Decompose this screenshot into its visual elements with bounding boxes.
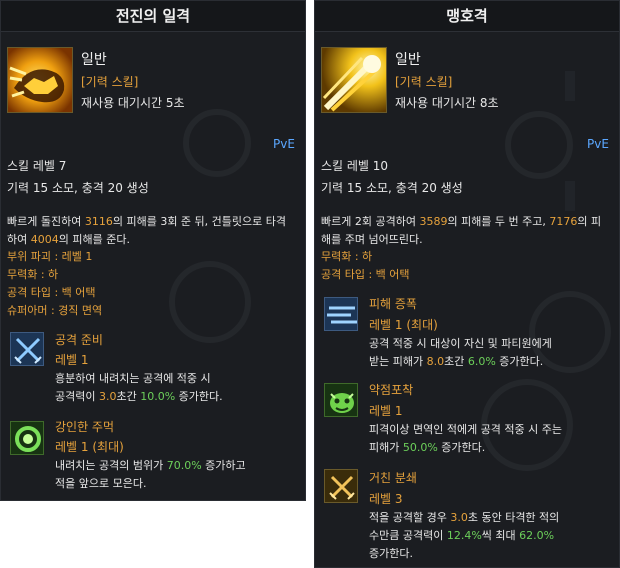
tripod-description: 흥분하여 내려치는 공격에 적중 시 bbox=[55, 372, 211, 385]
tripod-level: 레벨 1 bbox=[55, 353, 89, 367]
tooltip-title: 전진의 일격 bbox=[1, 1, 305, 32]
tripod-description: 공격 적중 시 대상이 자신 및 파티원에게 bbox=[369, 337, 552, 350]
prop-super-armor: 슈퍼아머 : 경직 면역 bbox=[7, 304, 103, 317]
skill-description: 하여 4004의 피해를 준다. bbox=[7, 233, 130, 246]
tripod-name: 약점포착 bbox=[369, 383, 414, 397]
tiger-strike-icon bbox=[321, 47, 387, 113]
tripod-name: 거친 분쇄 bbox=[369, 471, 417, 485]
skill-cost: 기력 15 소모, 충격 20 생성 bbox=[321, 181, 463, 195]
tripod-description: 공격력이 3.0초간 10.0% 증가한다. bbox=[55, 390, 223, 403]
tripod-description: 증가한다. bbox=[369, 547, 413, 560]
tripod-description: 받는 피해가 8.0초간 6.0% 증가한다. bbox=[369, 355, 544, 368]
cooldown-text: 재사용 대기시간 8초 bbox=[395, 96, 499, 110]
prop-part-break: 부위 파괴 : 레벨 1 bbox=[7, 250, 93, 263]
skill-grade: 일반 bbox=[81, 52, 107, 68]
tripod-level: 레벨 1 (최대) bbox=[55, 440, 124, 454]
skill-type: [기력 스킬] bbox=[395, 75, 453, 89]
background-emblem bbox=[183, 109, 251, 177]
skill-type: [기력 스킬] bbox=[81, 75, 139, 89]
skill-description: 해를 주며 넘어뜨린다. bbox=[321, 233, 423, 246]
prop-attack-type: 공격 타입 : 백 어택 bbox=[7, 286, 96, 299]
skill-level: 스킬 레벨 7 bbox=[7, 159, 67, 173]
tripod-level: 레벨 1 bbox=[369, 404, 403, 418]
tripod-name: 공격 준비 bbox=[55, 333, 103, 347]
skill-cost: 기력 15 소모, 충격 20 생성 bbox=[7, 181, 149, 195]
pve-label: PvE bbox=[273, 137, 295, 151]
skill-header: 일반 [기력 스킬] 재사용 대기시간 5초 bbox=[7, 47, 297, 117]
cooldown-text: 재사용 대기시간 5초 bbox=[81, 96, 185, 110]
pve-label: PvE bbox=[587, 137, 609, 151]
tripod-description: 내려치는 공격의 범위가 70.0% 증가하고 bbox=[55, 459, 246, 472]
tripod-description: 적을 공격할 경우 3.0초 동안 타격한 적의 bbox=[369, 511, 560, 524]
tooltip-title: 맹호격 bbox=[315, 1, 619, 32]
speed-lines-icon bbox=[324, 297, 358, 331]
skill-description: 빠르게 2회 공격하여 3589의 피해를 두 번 주고, 7176의 피 bbox=[321, 215, 602, 228]
skill-description: 빠르게 돌진하여 3116의 피해를 3회 준 뒤, 건틀릿으로 타격 bbox=[7, 215, 286, 228]
crossed-swords-icon bbox=[324, 469, 358, 503]
tripod-description: 수만큼 공격력이 12.4%씩 최대 62.0% bbox=[369, 529, 555, 542]
skill-tooltip-left: 전진의 일격 일반 [기력 스킬] 재사용 대기시간 5초 PvE 스킬 레벨 … bbox=[0, 0, 306, 501]
skill-level: 스킬 레벨 10 bbox=[321, 159, 389, 173]
tripod-description: 적을 앞으로 모은다. bbox=[55, 477, 147, 490]
tripod-description: 피격이상 면역인 적에게 공격 적중 시 주는 bbox=[369, 423, 563, 436]
prop-attack-type: 공격 타입 : 백 어택 bbox=[321, 268, 410, 281]
tripod-name: 강인한 주먹 bbox=[55, 420, 115, 434]
background-emblem bbox=[169, 261, 251, 343]
prop-stagger: 무력화 : 하 bbox=[321, 250, 373, 263]
charging-fist-icon bbox=[7, 47, 73, 113]
prop-stagger: 무력화 : 하 bbox=[7, 268, 59, 281]
tripod-level: 레벨 3 bbox=[369, 492, 403, 506]
skill-tooltip-right: 맹호격 일반 [기력 스킬] 재사용 대기시간 8초 PvE 스킬 레벨 10 … bbox=[314, 0, 620, 568]
monster-face-icon bbox=[324, 383, 358, 417]
background-emblem bbox=[505, 111, 573, 179]
skill-header: 일반 [기력 스킬] 재사용 대기시간 8초 bbox=[321, 47, 611, 117]
skill-grade: 일반 bbox=[395, 52, 421, 68]
tripod-level: 레벨 1 (최대) bbox=[369, 318, 438, 332]
swirl-icon bbox=[10, 421, 44, 455]
tripod-name: 피해 증폭 bbox=[369, 297, 417, 311]
crossed-swords-icon bbox=[10, 332, 44, 366]
tripod-description: 피해가 50.0% 증가한다. bbox=[369, 441, 486, 454]
background-emblem bbox=[565, 181, 575, 211]
